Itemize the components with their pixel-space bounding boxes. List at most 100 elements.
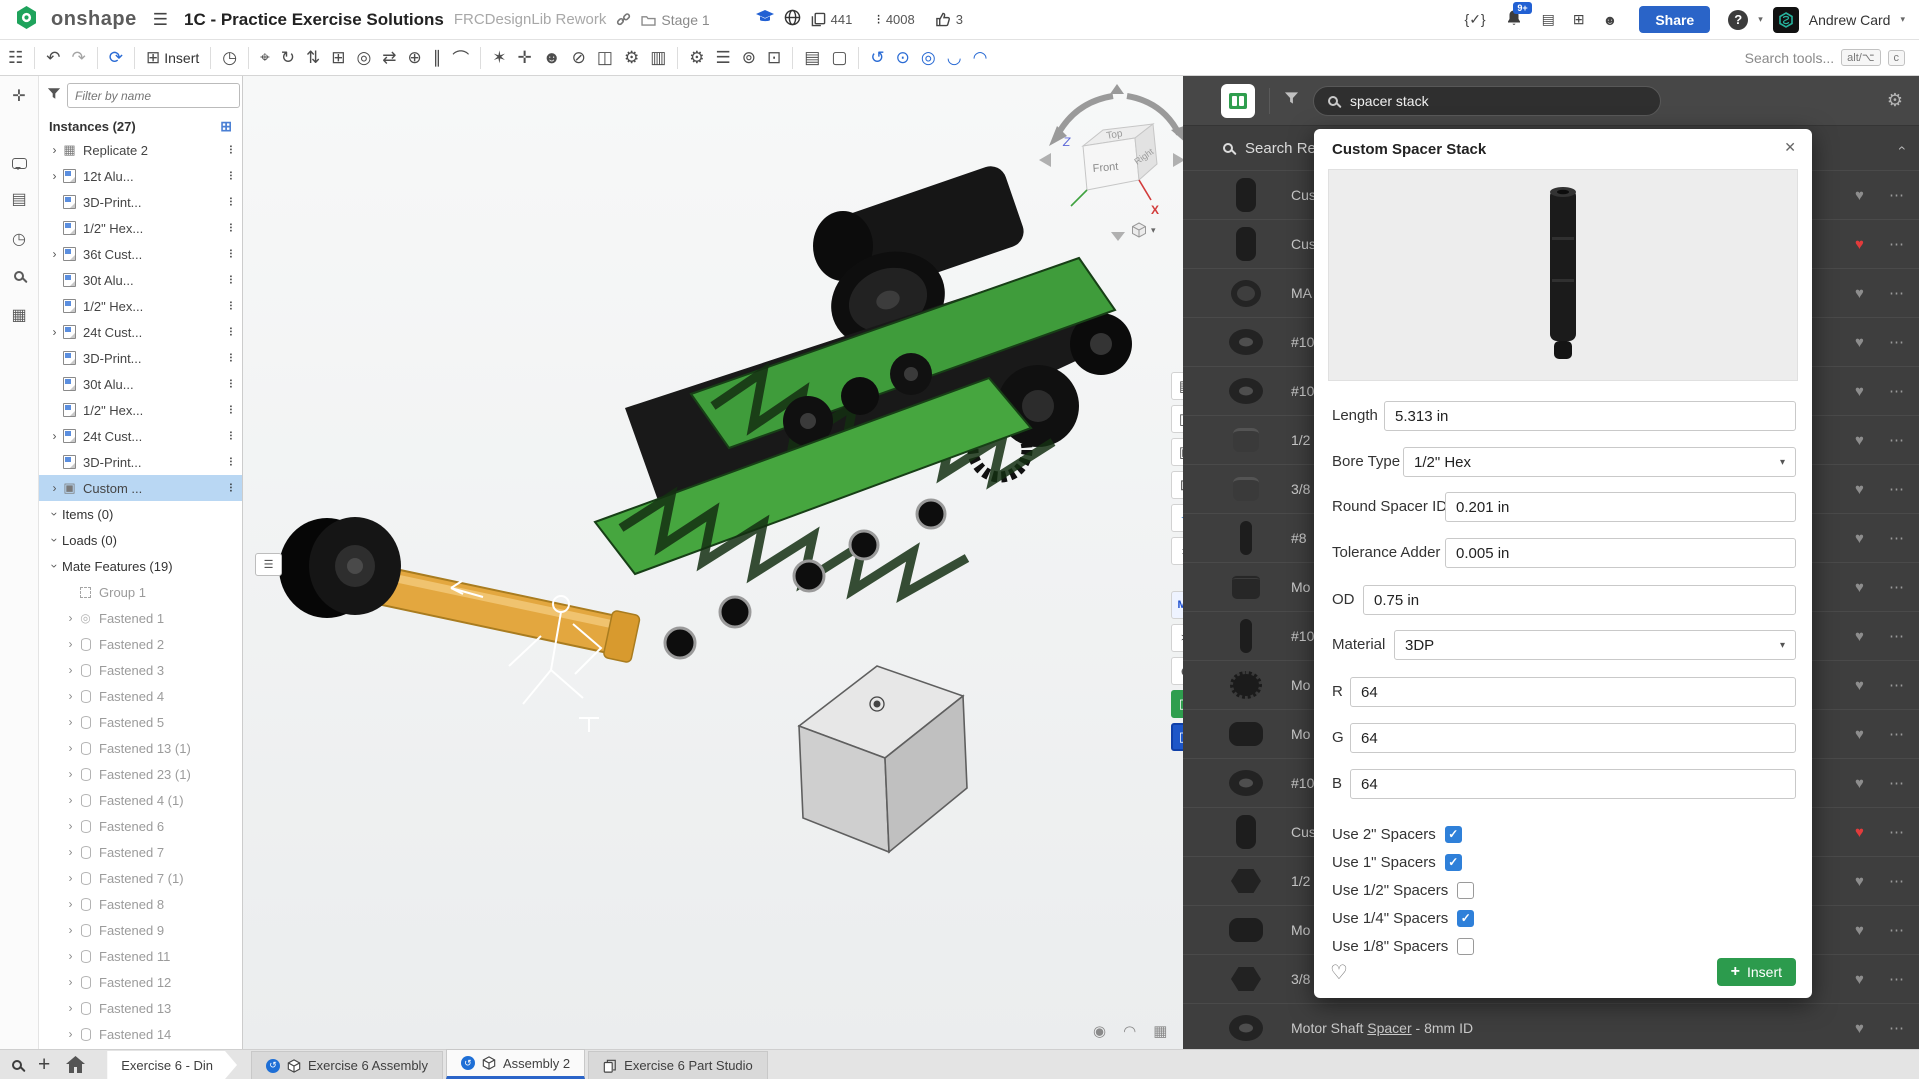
expand-caret-icon[interactable]: › [47,325,62,339]
rack-relation-icon[interactable]: ☰ [716,48,731,68]
section-view-icon[interactable]: ◫ [597,48,613,68]
favorite-heart-icon[interactable]: ♥ [1855,481,1864,498]
insert-button[interactable]: + Insert [1717,958,1796,986]
instance-row[interactable]: 1/2" Hex... ⁝ [39,397,242,423]
more-options-icon[interactable]: ⋯ [1889,284,1904,302]
folder-location[interactable]: Stage 1 [641,12,709,28]
more-options-icon[interactable]: ⋯ [1889,970,1904,988]
hide-others-icon[interactable]: ◫ [1171,405,1183,433]
expand-caret-icon[interactable]: › [63,663,78,677]
mate-feature-row[interactable]: › Fastened 12 [39,969,242,995]
checkbox[interactable] [1457,938,1474,955]
link-icon[interactable] [616,12,631,27]
publications-icon[interactable]: ▥ [650,48,666,68]
undo-icon[interactable]: ↶ [46,48,60,68]
r-input[interactable]: 64 [1350,677,1796,707]
screw-relation-icon[interactable]: ⊚ [742,48,756,68]
favorite-heart-icon[interactable]: ♥ [1855,579,1864,596]
view-top-icon[interactable]: ◠ [973,48,988,68]
more-options-icon[interactable]: ⋯ [1889,725,1904,743]
more-options-icon[interactable]: ⋯ [1889,627,1904,645]
main-menu-icon[interactable]: ☰ [153,10,168,30]
revolute-mate-icon[interactable]: ↻ [281,48,295,68]
mate-feature-row[interactable]: › ◎ Fastened 1 [39,605,242,631]
notifications-bell-icon[interactable]: 9+ [1506,9,1522,31]
user-caret-icon[interactable]: ▾ [1900,14,1905,25]
more-options-icon[interactable]: ⋯ [1889,480,1904,498]
context-menu-icon[interactable]: ⁝ [229,402,232,418]
tab-assembly-2[interactable]: ↺Assembly 2 [446,1049,585,1079]
expand-caret-icon[interactable]: › [47,169,62,183]
comments-icon[interactable] [12,158,27,169]
selection-box-icon[interactable]: ⊡ [1171,471,1183,499]
mate-feature-row[interactable]: › Fastened 4 (1) [39,787,242,813]
mat-select[interactable]: 3DP▾ [1394,630,1796,660]
checkbox[interactable] [1457,882,1474,899]
expand-caret-icon[interactable]: › [63,845,78,859]
add-tab-icon[interactable]: + [38,1053,50,1077]
instance-row[interactable]: › 36t Cust... ⁝ [39,241,242,267]
filter-funnel-icon[interactable] [47,87,61,105]
favorite-heart-icon[interactable]: ♥ [1855,677,1864,694]
context-menu-icon[interactable]: ⁝ [229,220,232,236]
favorite-heart-icon[interactable]: ♥ [1855,922,1864,939]
insert-icon[interactable]: ⊞Insert [146,48,199,68]
perspective-icon[interactable]: ◠ [1123,1022,1136,1040]
copy-part-icon[interactable]: ▣ [1171,438,1183,466]
pan-view-icon[interactable]: ⊙ [896,48,910,68]
fastened-mate-icon[interactable]: ⌖ [260,48,270,68]
length-input[interactable]: 5.313 in [1384,401,1796,431]
bom-icon[interactable]: ▤ [804,48,820,68]
named-views-icon[interactable]: ▢ [831,48,847,68]
mate-feature-row[interactable]: › Fastened 11 [39,943,242,969]
tab-exercise-6-assembly[interactable]: ↺Exercise 6 Assembly [251,1051,443,1079]
search-tabs-icon[interactable] [12,1060,22,1070]
expand-caret-icon[interactable]: › [63,611,78,625]
expand-caret-icon[interactable]: › [63,715,78,729]
more-options-icon[interactable]: ⋯ [1889,529,1904,547]
expand-caret-icon[interactable]: › [48,533,62,548]
favorite-heart-icon[interactable]: ♥ [1855,187,1864,204]
context-menu-icon[interactable]: ⁝ [229,376,232,392]
expand-caret-icon[interactable]: › [63,793,78,807]
likes-count[interactable]: 3 [935,12,963,27]
expand-caret-icon[interactable]: › [48,559,62,574]
context-menu-icon[interactable]: ⁝ [229,246,232,262]
mate-feature-row[interactable]: › Fastened 6 [39,813,242,839]
help-icon[interactable]: ? [1728,10,1748,30]
mate-feature-row[interactable]: › Fastened 9 [39,917,242,943]
mate-feature-row[interactable]: › Fastened 23 (1) [39,761,242,787]
home-icon[interactable] [66,1056,85,1073]
mate-feature-row[interactable]: › Fastened 14 [39,1021,242,1047]
expand-caret-icon[interactable]: › [63,819,78,833]
expand-caret-icon[interactable]: › [63,1001,78,1015]
cylindrical-mate-icon[interactable]: ◎ [356,48,371,68]
panel-settings-gear-icon[interactable]: ⚙ [1887,90,1903,111]
mate-feature-row[interactable]: › Fastened 13 (1) [39,735,242,761]
checkbox[interactable] [1445,854,1462,871]
favorite-heart-icon[interactable]: ♥ [1855,236,1864,253]
expand-caret-icon[interactable]: › [63,741,78,755]
collaborators-icon[interactable]: ☻ [543,48,561,68]
tasks-icon[interactable]: ▤ [1542,11,1555,28]
app-store-icon[interactable]: ⊞ [1573,11,1585,28]
mate-feature-row[interactable]: › Fastened 5 [39,709,242,735]
learning-center-icon[interactable] [756,10,774,29]
mate-feature-row[interactable]: › Fastened 7 [39,839,242,865]
favorite-heart-icon[interactable]: ♥ [1855,1020,1864,1037]
instance-row[interactable]: › 24t Cust... ⁝ [39,423,242,449]
favorite-heart-icon[interactable]: ♥ [1855,775,1864,792]
context-menu-icon[interactable]: ⁝ [229,142,232,158]
library-book-icon[interactable] [1221,84,1255,118]
section-list-icon[interactable]: ▤ [1171,372,1183,400]
context-menu-icon[interactable]: ⁝ [229,480,232,496]
help-caret-icon[interactable]: ▾ [1758,14,1763,25]
view-cube[interactable]: Top Front Right Z X [1023,82,1183,252]
versions-count[interactable]: ⁝4008 [876,11,914,28]
favorite-heart-icon[interactable]: ♥ [1855,432,1864,449]
expand-caret-icon[interactable]: › [63,871,78,885]
instance-row[interactable]: 3D-Print... ⁝ [39,345,242,371]
update-icon[interactable]: ⟳ [109,48,123,68]
expand-caret-icon[interactable]: › [63,897,78,911]
expand-caret-icon[interactable]: › [63,975,78,989]
